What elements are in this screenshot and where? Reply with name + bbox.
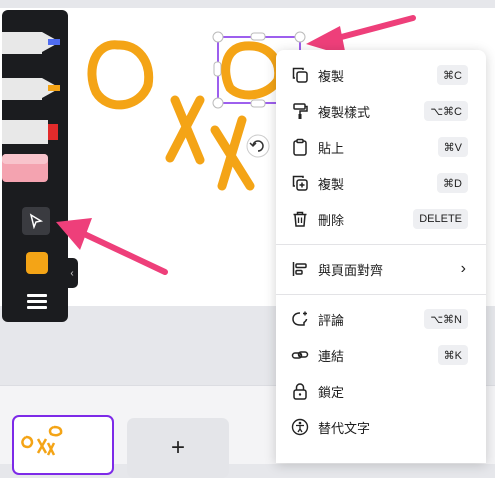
menu-item-duplicate[interactable]: 複製 ⌘D bbox=[276, 165, 486, 201]
clipboard-icon bbox=[290, 137, 310, 157]
pen-orange[interactable] bbox=[2, 78, 60, 100]
menu-divider bbox=[276, 294, 486, 295]
lock-icon bbox=[290, 381, 310, 401]
pen-tools bbox=[2, 32, 60, 182]
menu-item-lock[interactable]: 鎖定 bbox=[276, 373, 486, 409]
menu-item-label: 貼上 bbox=[318, 140, 345, 156]
cursor-icon bbox=[29, 213, 44, 229]
comment-icon bbox=[290, 309, 310, 329]
menu-item-label: 複製 bbox=[318, 176, 345, 192]
marker-red[interactable] bbox=[2, 120, 58, 144]
menu-item-label: 複製 bbox=[318, 68, 345, 84]
menu-item-link[interactable]: 連結 ⌘K bbox=[276, 337, 486, 373]
shortcut-badge: ⌘V bbox=[437, 137, 468, 157]
align-icon bbox=[290, 259, 310, 279]
duplicate-icon bbox=[290, 173, 310, 193]
color-swatch[interactable] bbox=[26, 252, 48, 274]
menu-item-paste[interactable]: 貼上 ⌘V bbox=[276, 129, 486, 165]
trash-icon bbox=[290, 209, 310, 229]
menu-item-label: 複製樣式 bbox=[318, 104, 371, 120]
accessibility-icon bbox=[290, 417, 310, 437]
menu-divider bbox=[276, 244, 486, 245]
shortcut-badge: DELETE bbox=[413, 209, 468, 229]
drawn-x-1[interactable] bbox=[165, 95, 205, 165]
shortcut-badge: ⌘D bbox=[437, 173, 468, 193]
eraser-tool[interactable] bbox=[2, 154, 48, 182]
paint-roller-icon bbox=[290, 101, 310, 121]
menu-item-label: 刪除 bbox=[318, 212, 345, 228]
link-icon bbox=[290, 345, 310, 365]
menu-item-label: 與頁面對齊 bbox=[318, 262, 384, 278]
menu-item-alt-text[interactable]: 替代文字 bbox=[276, 409, 486, 445]
collapse-toolbar-button[interactable]: ‹ bbox=[66, 258, 78, 288]
menu-item-comment[interactable]: 評論 ⌥⌘N bbox=[276, 301, 486, 337]
draw-toolbar bbox=[2, 10, 68, 322]
menu-item-align-to-page[interactable]: 與頁面對齊 › bbox=[276, 251, 486, 287]
menu-item-label: 鎖定 bbox=[318, 384, 345, 400]
menu-icon[interactable] bbox=[27, 294, 47, 310]
menu-item-copy[interactable]: 複製 ⌘C bbox=[276, 57, 486, 93]
shortcut-badge: ⌘K bbox=[437, 345, 468, 365]
drawn-selected-circle[interactable] bbox=[221, 41, 284, 100]
menu-item-delete[interactable]: 刪除 DELETE bbox=[276, 201, 486, 237]
rotate-icon[interactable] bbox=[246, 134, 270, 158]
shortcut-badge: ⌘C bbox=[437, 65, 468, 85]
drawn-circle[interactable] bbox=[87, 40, 154, 110]
copy-icon bbox=[290, 65, 310, 85]
pen-blue[interactable] bbox=[2, 32, 60, 54]
menu-item-label: 評論 bbox=[318, 312, 345, 328]
shortcut-badge: ⌥⌘N bbox=[424, 309, 468, 329]
menu-item-label: 替代文字 bbox=[318, 420, 371, 436]
select-tool[interactable] bbox=[22, 207, 50, 235]
drawn-x-2[interactable] bbox=[210, 115, 255, 191]
menu-item-copy-style[interactable]: 複製樣式 ⌥⌘C bbox=[276, 93, 486, 129]
shortcut-badge: ⌥⌘C bbox=[424, 101, 468, 121]
menu-item-label: 連結 bbox=[318, 348, 345, 364]
context-menu: 複製 ⌘C 複製樣式 ⌥⌘C 貼上 ⌘V 複製 ⌘D 刪除 DELETE 與頁面 bbox=[276, 50, 486, 463]
chevron-right-icon: › bbox=[460, 260, 466, 277]
